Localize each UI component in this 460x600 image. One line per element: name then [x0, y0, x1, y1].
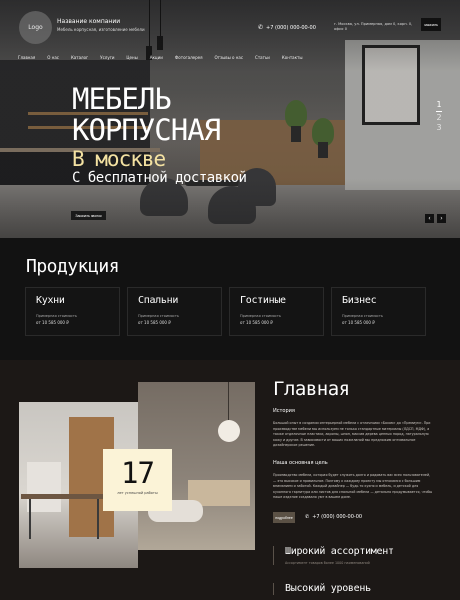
table-legs [29, 499, 99, 539]
company-slogan: Мебель корпусная, изготовление мебели [57, 27, 145, 32]
feature-desc: Ассортимент товаров более 1000 наименова… [285, 561, 370, 565]
product-price: от 10 585 000 ₽ [36, 320, 69, 325]
lamp-wire [228, 382, 229, 420]
nav-item-contacts[interactable]: Контакты [282, 55, 303, 60]
pendant-lamp [218, 420, 240, 442]
hero-tagline: С бесплатной доставкой [72, 170, 247, 186]
header-phone-number: +7 (000) 000-00-00 [266, 24, 316, 31]
product-card-kitchens[interactable]: Кухни Примерная стоимость от 10 585 000 … [25, 287, 120, 336]
feature-quality: Высокий уровень [273, 583, 371, 595]
product-name: Гостиные [240, 295, 286, 306]
history-text: Большой опыт в создании интерьерной мебе… [273, 421, 431, 447]
product-name: Кухни [36, 295, 65, 306]
product-card-living-rooms[interactable]: Гостиные Примерная стоимость от 10 585 0… [229, 287, 324, 336]
hero-title-line2: КОРПУСНАЯ [72, 113, 221, 147]
slide-3[interactable]: 3 [436, 123, 442, 133]
product-price-label: Примерная стоимость [138, 314, 179, 318]
nav-item-promotions[interactable]: Акции [150, 55, 163, 60]
nav-item-about[interactable]: О нас [47, 55, 59, 60]
product-card-bedrooms[interactable]: Спальни Примерная стоимость от 10 585 00… [127, 287, 222, 336]
logo-text: Logo [28, 24, 43, 31]
nav-item-prices[interactable]: Цены [126, 55, 137, 60]
chevron-left-icon[interactable]: ‹ [425, 214, 434, 223]
nav-item-services[interactable]: Услуги [100, 55, 114, 60]
header-address: г. Москва, ул. Примерная, дом 0, корп. 0… [334, 22, 413, 31]
product-name: Спальни [138, 295, 179, 306]
nav-item-reviews[interactable]: Отзывы о нас [215, 55, 244, 60]
nav-item-catalog[interactable]: Каталог [71, 55, 88, 60]
nav-item-articles[interactable]: Статьи [255, 55, 270, 60]
request-button[interactable]: заказать [421, 18, 441, 31]
experience-label: лет успешной работы [117, 491, 158, 495]
product-cards: Кухни Примерная стоимость от 10 585 000 … [25, 287, 426, 336]
feature-assortment: Широкий ассортимент Ассортимент товаров … [273, 546, 394, 565]
product-price: от 10 585 000 ₽ [342, 320, 375, 325]
product-price: от 10 585 000 ₽ [240, 320, 273, 325]
more-button[interactable]: подробнее [273, 512, 295, 523]
goal-text: Производство мебели, которая будет служи… [273, 473, 433, 499]
products-title: Продукция [26, 256, 120, 277]
phone-icon: ✆ [305, 514, 310, 520]
content-phone[interactable]: ✆ +7 (000) 000-00-00 [305, 514, 362, 520]
product-price-label: Примерная стоимость [240, 314, 281, 318]
hero-title-line1: МЕБЕЛЬ [72, 82, 172, 116]
main-nav: Главная О нас Каталог Услуги Цены Акции … [18, 55, 315, 60]
product-price: от 10 585 000 ₽ [138, 320, 171, 325]
company-info: Название компании Мебель корпусная, изго… [57, 18, 145, 32]
hero-subtitle: В москве [72, 147, 166, 171]
content-phone-number: +7 (000) 000-00-00 [312, 514, 363, 520]
header-phone[interactable]: ✆ +7 (000) 000-00-00 [258, 24, 316, 31]
history-title: История [273, 408, 295, 414]
slide-1[interactable]: 1 [436, 100, 442, 110]
product-card-business[interactable]: Бизнес Примерная стоимость от 10 585 000… [331, 287, 426, 336]
chevron-right-icon[interactable]: › [437, 214, 446, 223]
slide-indicators: 1 2 3 [436, 100, 442, 133]
hero-title: МЕБЕЛЬ КОРПУСНАЯ В москве С бесплатной д… [72, 82, 247, 187]
slide-active-bar [436, 111, 442, 112]
experience-years: 17 [121, 456, 155, 490]
experience-badge: 17 лет успешной работы [103, 449, 172, 511]
feature-title: Широкий ассортимент [285, 546, 394, 557]
product-price-label: Примерная стоимость [342, 314, 383, 318]
phone-icon: ✆ [258, 24, 264, 31]
product-name: Бизнес [342, 295, 377, 306]
logo[interactable]: Logo [19, 11, 52, 44]
goal-title: Наша основная цель [273, 460, 328, 466]
company-name: Название компании [57, 18, 121, 25]
feature-title: Высокий уровень [285, 583, 371, 594]
slider-arrows: ‹ › [425, 214, 446, 223]
section-title: Главная [273, 378, 350, 400]
order-call-button[interactable]: Заказать звонок [71, 211, 106, 220]
nav-item-gallery[interactable]: Фотогалерея [175, 55, 203, 60]
product-price-label: Примерная стоимость [36, 314, 77, 318]
slide-2[interactable]: 2 [436, 113, 442, 123]
nav-item-home[interactable]: Главная [18, 55, 35, 60]
